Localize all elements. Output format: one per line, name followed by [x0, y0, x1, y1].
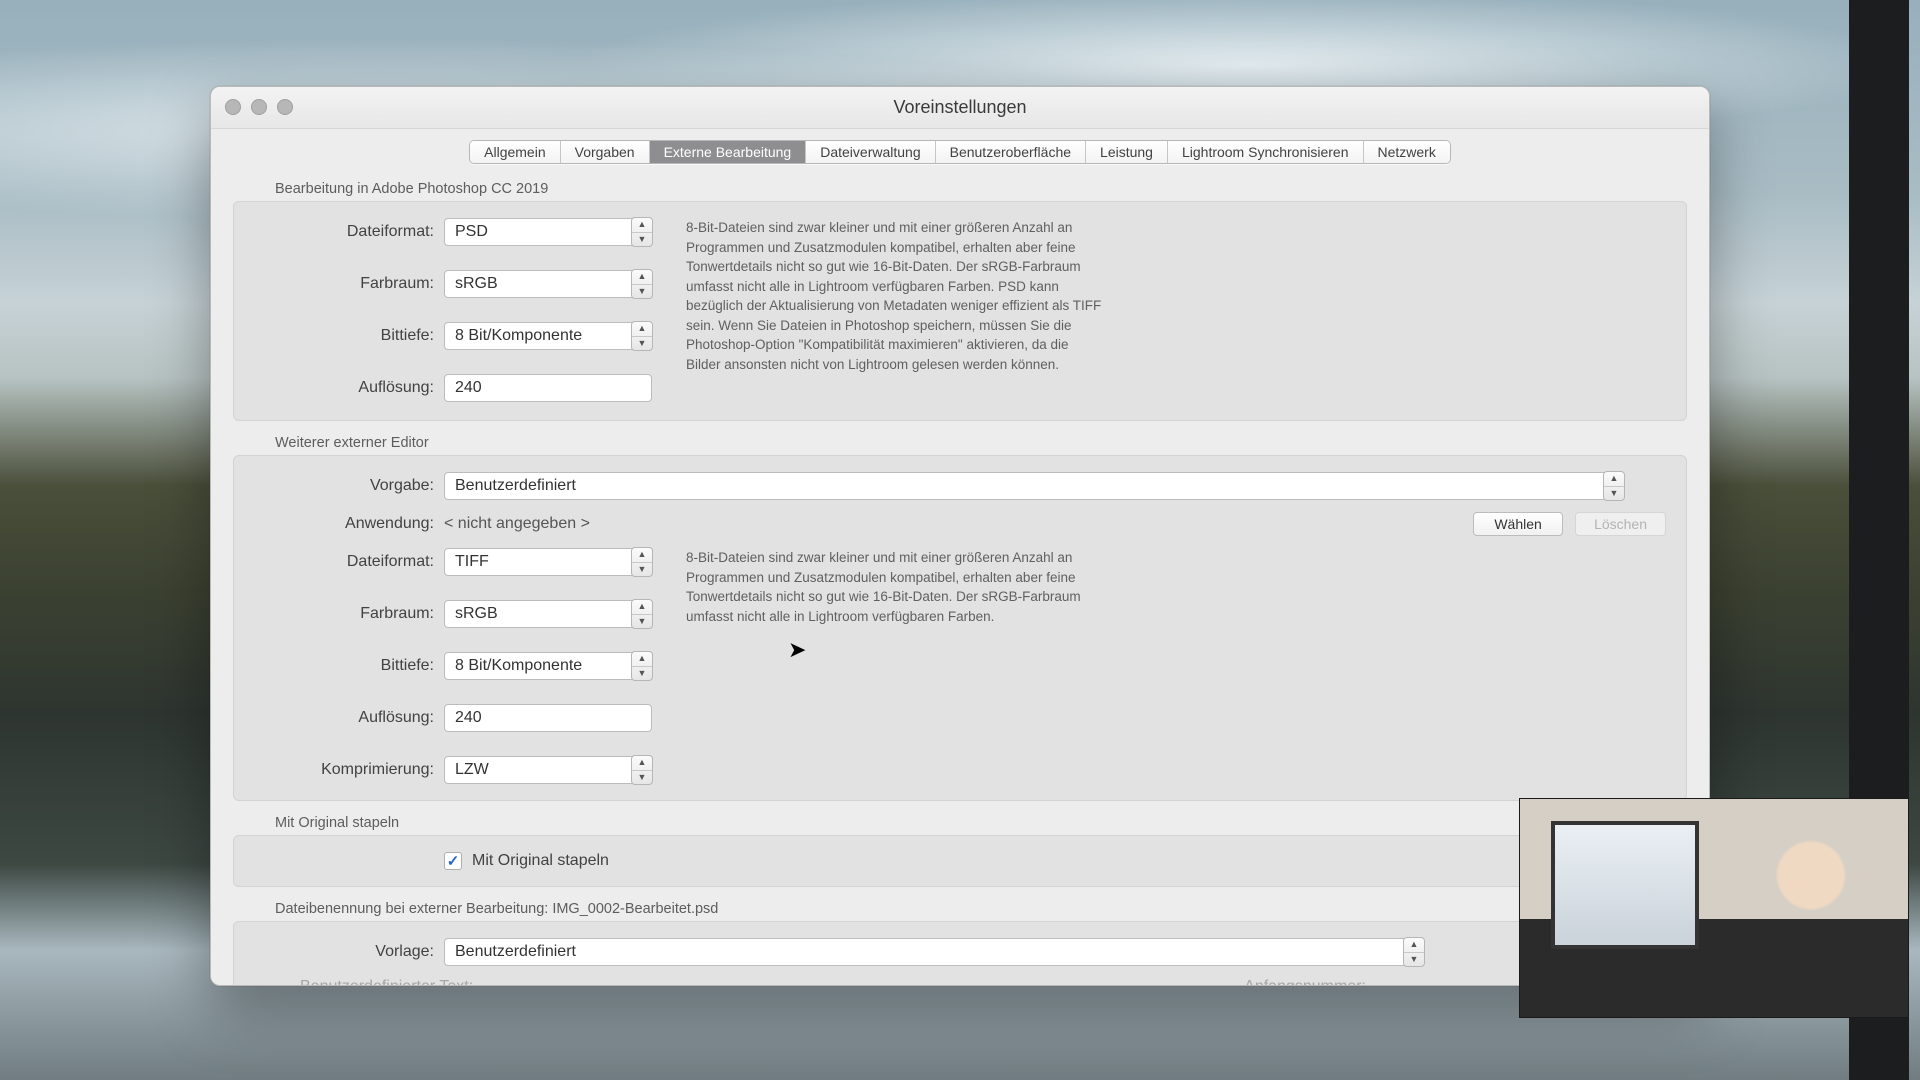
webcam-overlay	[1519, 798, 1909, 1018]
panel-naming: Vorlage: Benutzerdefiniert ▲▼ Benutzerde…	[233, 921, 1687, 986]
tab-vorgaben[interactable]: Vorgaben	[561, 141, 650, 163]
label-compression: Komprimierung:	[254, 761, 444, 779]
label-start-number: Anfangsnummer:	[1244, 978, 1366, 986]
label-color-space: Farbraum:	[254, 275, 444, 293]
traffic-lights	[225, 99, 293, 115]
stepper-icon[interactable]: ▲▼	[631, 651, 653, 681]
stepper-icon[interactable]: ▲▼	[1603, 471, 1625, 501]
maximize-icon[interactable]	[277, 99, 293, 115]
panel-external: Vorgabe: Benutzerdefiniert ▲▼ Anwendung:…	[233, 455, 1687, 801]
tab-lightroom-sync[interactable]: Lightroom Synchronisieren	[1168, 141, 1364, 163]
stepper-icon[interactable]: ▲▼	[631, 269, 653, 299]
label-resolution-ext: Auflösung:	[254, 709, 444, 727]
tab-leistung[interactable]: Leistung	[1086, 141, 1168, 163]
section-title-naming: Dateibenennung bei externer Bearbeitung:…	[233, 901, 1687, 917]
label-file-format-ext: Dateiformat:	[254, 553, 444, 571]
select-bit-depth[interactable]: 8 Bit/Komponente	[444, 322, 652, 350]
preferences-window: Voreinstellungen Allgemein Vorgaben Exte…	[210, 86, 1710, 986]
clear-button: Löschen	[1575, 512, 1666, 536]
select-compression[interactable]: LZW	[444, 756, 652, 784]
select-color-space[interactable]: sRGB	[444, 270, 652, 298]
tab-externe-bearbeitung[interactable]: Externe Bearbeitung	[650, 141, 807, 163]
stepper-icon[interactable]: ▲▼	[631, 217, 653, 247]
help-text-photoshop: 8-Bit-Dateien sind zwar kleiner und mit …	[686, 218, 1106, 375]
select-bit-depth-ext[interactable]: 8 Bit/Komponente	[444, 652, 652, 680]
select-file-format[interactable]: PSD	[444, 218, 652, 246]
section-title-external: Weiterer externer Editor	[233, 435, 1687, 451]
close-icon[interactable]	[225, 99, 241, 115]
stepper-icon[interactable]: ▲▼	[631, 547, 653, 577]
input-resolution[interactable]: 240	[444, 374, 652, 402]
checkbox-stack[interactable]	[444, 852, 462, 870]
label-custom-text: Benutzerdefinierter Text:	[300, 978, 473, 986]
minimize-icon[interactable]	[251, 99, 267, 115]
window-title: Voreinstellungen	[211, 97, 1709, 118]
label-preset: Vorgabe:	[254, 477, 444, 495]
choose-button[interactable]: Wählen	[1473, 512, 1563, 536]
select-preset[interactable]: Benutzerdefiniert	[444, 472, 1624, 500]
input-resolution-ext[interactable]: 240	[444, 704, 652, 732]
pref-tabs: Allgemein Vorgaben Externe Bearbeitung D…	[211, 135, 1709, 169]
stepper-icon[interactable]: ▲▼	[1403, 937, 1425, 967]
section-title-photoshop: Bearbeitung in Adobe Photoshop CC 2019	[233, 181, 1687, 197]
tab-dateiverwaltung[interactable]: Dateiverwaltung	[806, 141, 935, 163]
section-title-stack: Mit Original stapeln	[233, 815, 1687, 831]
tab-benutzeroberflaeche[interactable]: Benutzeroberfläche	[936, 141, 1086, 163]
panel-stack: Mit Original stapeln	[233, 835, 1687, 887]
application-value: < nicht angegeben >	[444, 515, 590, 533]
tab-allgemein[interactable]: Allgemein	[470, 141, 560, 163]
label-application: Anwendung:	[254, 515, 444, 533]
checkbox-stack-label: Mit Original stapeln	[472, 852, 609, 870]
panel-photoshop: Dateiformat: PSD ▲▼ Farbraum: sRGB ▲▼	[233, 201, 1687, 421]
help-text-external: 8-Bit-Dateien sind zwar kleiner und mit …	[686, 548, 1106, 626]
label-file-format: Dateiformat:	[254, 223, 444, 241]
label-template: Vorlage:	[254, 943, 444, 961]
stepper-icon[interactable]: ▲▼	[631, 599, 653, 629]
select-color-space-ext[interactable]: sRGB	[444, 600, 652, 628]
label-bit-depth: Bittiefe:	[254, 327, 444, 345]
label-bit-depth-ext: Bittiefe:	[254, 657, 444, 675]
stepper-icon[interactable]: ▲▼	[631, 755, 653, 785]
select-file-format-ext[interactable]: TIFF	[444, 548, 652, 576]
titlebar: Voreinstellungen	[211, 87, 1709, 129]
label-color-space-ext: Farbraum:	[254, 605, 444, 623]
label-resolution: Auflösung:	[254, 379, 444, 397]
stepper-icon[interactable]: ▲▼	[631, 321, 653, 351]
select-template[interactable]: Benutzerdefiniert	[444, 938, 1424, 966]
tab-netzwerk[interactable]: Netzwerk	[1364, 141, 1450, 163]
